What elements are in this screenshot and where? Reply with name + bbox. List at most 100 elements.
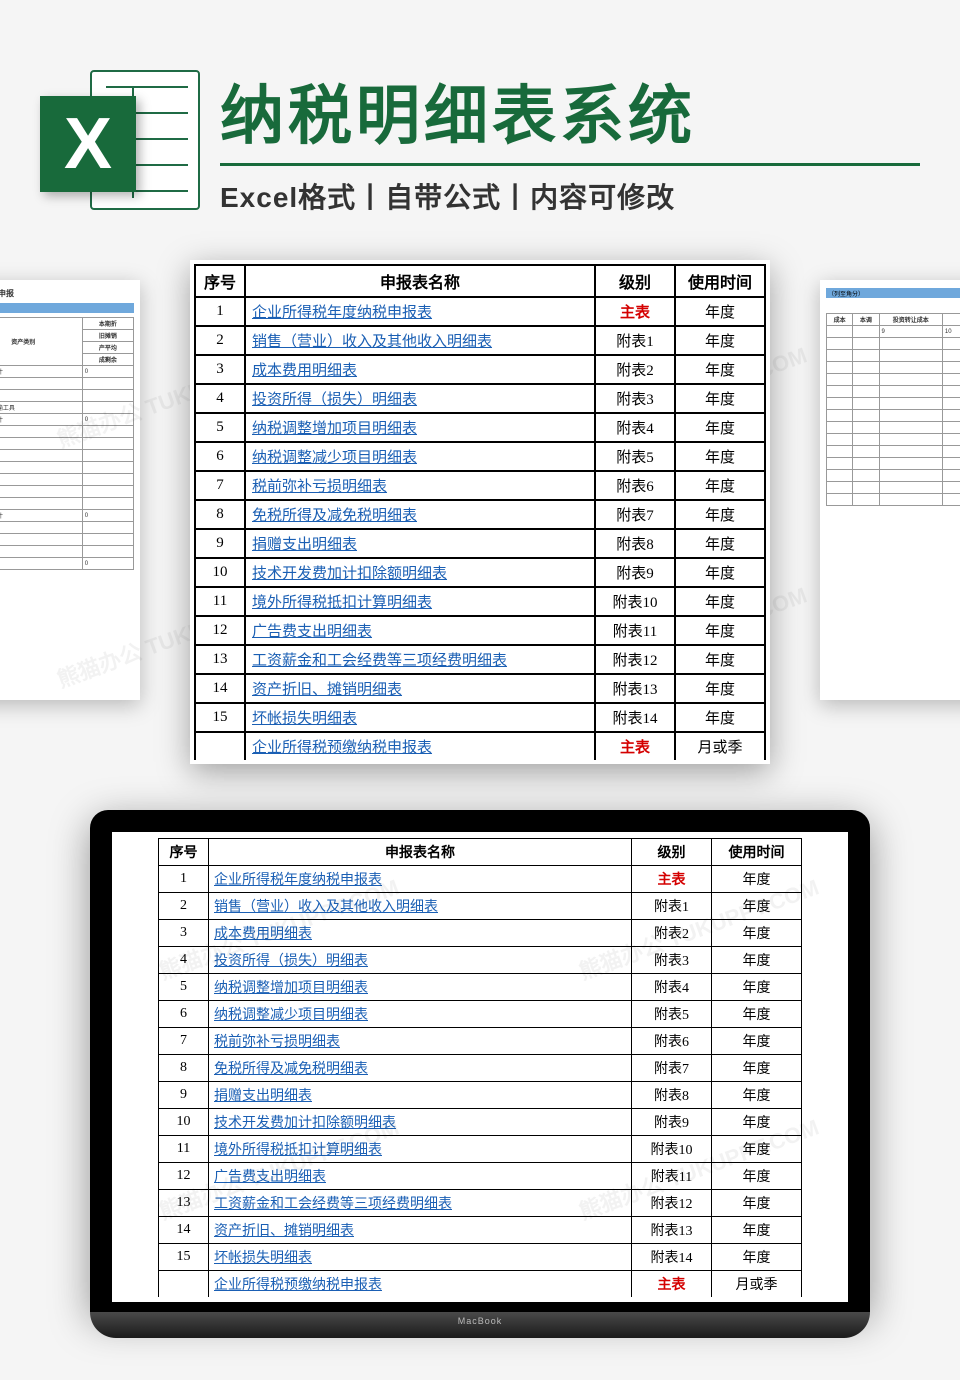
table-row: 14资产折旧、摊销明细表附表13年度 [195,674,765,703]
report-link[interactable]: 企业所得税年度纳税申报表 [214,873,382,888]
report-link[interactable]: 免税所得及减免税明细表 [252,508,417,524]
left-row: 13其他资产小计0 [0,510,134,522]
cell-seq: 10 [159,1109,209,1136]
report-link[interactable]: 纳税调整增加项目明细表 [252,421,417,437]
report-link[interactable]: 工资薪金和工会经费等三项经费明细表 [252,653,507,669]
report-link[interactable]: 企业所得税年度纳税申报表 [252,305,432,321]
report-link[interactable]: 投资所得（损失）明细表 [252,392,417,408]
laptop-base [90,1312,870,1338]
report-link[interactable]: 纳税调整增加项目明细表 [214,981,368,996]
cell-name: 技术开发费加计扣除额明细表 [245,558,595,587]
cell-name: 免税所得及减免税明细表 [245,500,595,529]
cell-seq [195,732,245,760]
cell-seq: 6 [195,442,245,471]
report-link[interactable]: 资产折旧、摊销明细表 [252,682,402,698]
cell-name: 境外所得税抵扣计算明细表 [209,1136,632,1163]
report-link[interactable]: 投资所得（损失）明细表 [214,954,368,969]
table-row: 3成本费用明细表附表2年度 [195,355,765,384]
cell-time: 年度 [675,703,765,732]
report-link[interactable]: 广告费支出明细表 [214,1170,326,1185]
right-row [827,374,960,386]
main-table-top: 序号 申报表名称 级别 使用时间 1企业所得税年度纳税申报表主表年度2销售（营业… [194,264,766,760]
cell-time: 年度 [712,1055,802,1082]
cell-name: 广告费支出明细表 [245,616,595,645]
cell-name: 企业所得税预缴纳税申报表 [209,1271,632,1298]
report-link[interactable]: 企业所得税预缴纳税申报表 [214,1278,382,1293]
cell-seq: 9 [195,529,245,558]
report-link[interactable]: 税前弥补亏损明细表 [214,1035,340,1050]
right-bar-text: （列至角分） [826,288,960,298]
cell-seq: 15 [159,1244,209,1271]
table-row: 3成本费用明细表附表2年度 [159,920,802,947]
report-link[interactable]: 税前弥补亏损明细表 [252,479,387,495]
cell-name: 企业所得税预缴纳税申报表 [245,732,595,760]
report-link[interactable]: 技术开发费加计扣除额明细表 [252,566,447,582]
left-sheet-title: 企业所得税年度纳税申报 [0,288,134,299]
cell-seq: 1 [195,297,245,326]
report-link[interactable]: 资产折旧、摊销明细表 [214,1224,354,1239]
left-row: 17合计0 [0,558,134,570]
preview-collage: 企业所得税年度纳税申报 行次 资产类别 本期折 旧摊销 产平均 成剩余 1固定资… [0,260,960,740]
sub-title: Excel格式丨自带公式丨内容可修改 [220,176,920,216]
report-link[interactable]: 成本费用明细表 [214,927,312,942]
table-row: 12广告费支出明细表附表11年度 [159,1163,802,1190]
cell-level: 附表10 [632,1136,712,1163]
cell-name: 成本费用明细表 [209,920,632,947]
cell-level: 附表14 [595,703,675,732]
report-link[interactable]: 捐赠支出明细表 [214,1089,312,1104]
report-link[interactable]: 境外所得税抵扣计算明细表 [252,595,432,611]
cell-time: 年度 [712,947,802,974]
cell-name: 纳税调整减少项目明细表 [209,1001,632,1028]
right-row [827,362,960,374]
cell-time: 年度 [675,645,765,674]
left-row: 14开办费 [0,522,134,534]
left-row: 11商誉 [0,486,134,498]
cell-level: 主表 [595,732,675,760]
report-link[interactable]: 销售（营业）收入及其他收入明细表 [252,334,492,350]
report-link[interactable]: 捐赠支出明细表 [252,537,357,553]
report-link[interactable]: 企业所得税预缴纳税申报表 [252,740,432,756]
cell-level: 附表5 [632,1001,712,1028]
report-link[interactable]: 工资薪金和工会经费等三项经费明细表 [214,1197,452,1212]
cell-seq: 2 [159,893,209,920]
cell-seq: 8 [195,500,245,529]
title-divider [220,163,920,166]
report-link[interactable]: 销售（营业）收入及其他收入明细表 [214,900,438,915]
cell-time: 年度 [712,866,802,893]
left-row: 12其他 [0,498,134,510]
left-col3-l0: 本期折 [82,318,133,330]
report-link[interactable]: 纳税调整减少项目明细表 [214,1008,368,1023]
cell-seq: 9 [159,1082,209,1109]
table-row: 5纳税调整增加项目明细表附表4年度 [159,974,802,1001]
left-row: 6专利权 [0,426,134,438]
cell-level: 附表8 [632,1082,712,1109]
th-time: 使用时间 [675,265,765,297]
cell-level: 附表3 [632,947,712,974]
cell-name: 税前弥补亏损明细表 [209,1028,632,1055]
cell-time: 年度 [712,1244,802,1271]
report-link[interactable]: 纳税调整减少项目明细表 [252,450,417,466]
cell-seq: 11 [195,587,245,616]
cell-name: 企业所得税年度纳税申报表 [245,297,595,326]
cell-name: 坏帐损失明细表 [245,703,595,732]
report-link[interactable]: 技术开发费加计扣除额明细表 [214,1116,396,1131]
report-link[interactable]: 成本费用明细表 [252,363,357,379]
title-block: 纳税明细表系统 Excel格式丨自带公式丨内容可修改 [220,65,920,216]
cell-name: 资产折旧、摊销明细表 [209,1217,632,1244]
cell-level: 附表1 [595,326,675,355]
laptop-mockup: 序号 申报表名称 级别 使用时间 1企业所得税年度纳税申报表主表年度2销售（营业… [0,810,960,1380]
report-link[interactable]: 境外所得税抵扣计算明细表 [214,1143,382,1158]
left-row: 3机器设备 [0,390,134,402]
report-link[interactable]: 广告费支出明细表 [252,624,372,640]
right-row [827,470,960,482]
report-link[interactable]: 坏帐损失明细表 [252,711,357,727]
cell-level: 附表5 [595,442,675,471]
cell-level: 附表13 [632,1217,712,1244]
cell-name: 纳税调整增加项目明细表 [209,974,632,1001]
cell-name: 免税所得及减免税明细表 [209,1055,632,1082]
cell-seq: 13 [159,1190,209,1217]
cell-seq: 13 [195,645,245,674]
cell-level: 附表14 [632,1244,712,1271]
report-link[interactable]: 坏帐损失明细表 [214,1251,312,1266]
report-link[interactable]: 免税所得及减免税明细表 [214,1062,368,1077]
